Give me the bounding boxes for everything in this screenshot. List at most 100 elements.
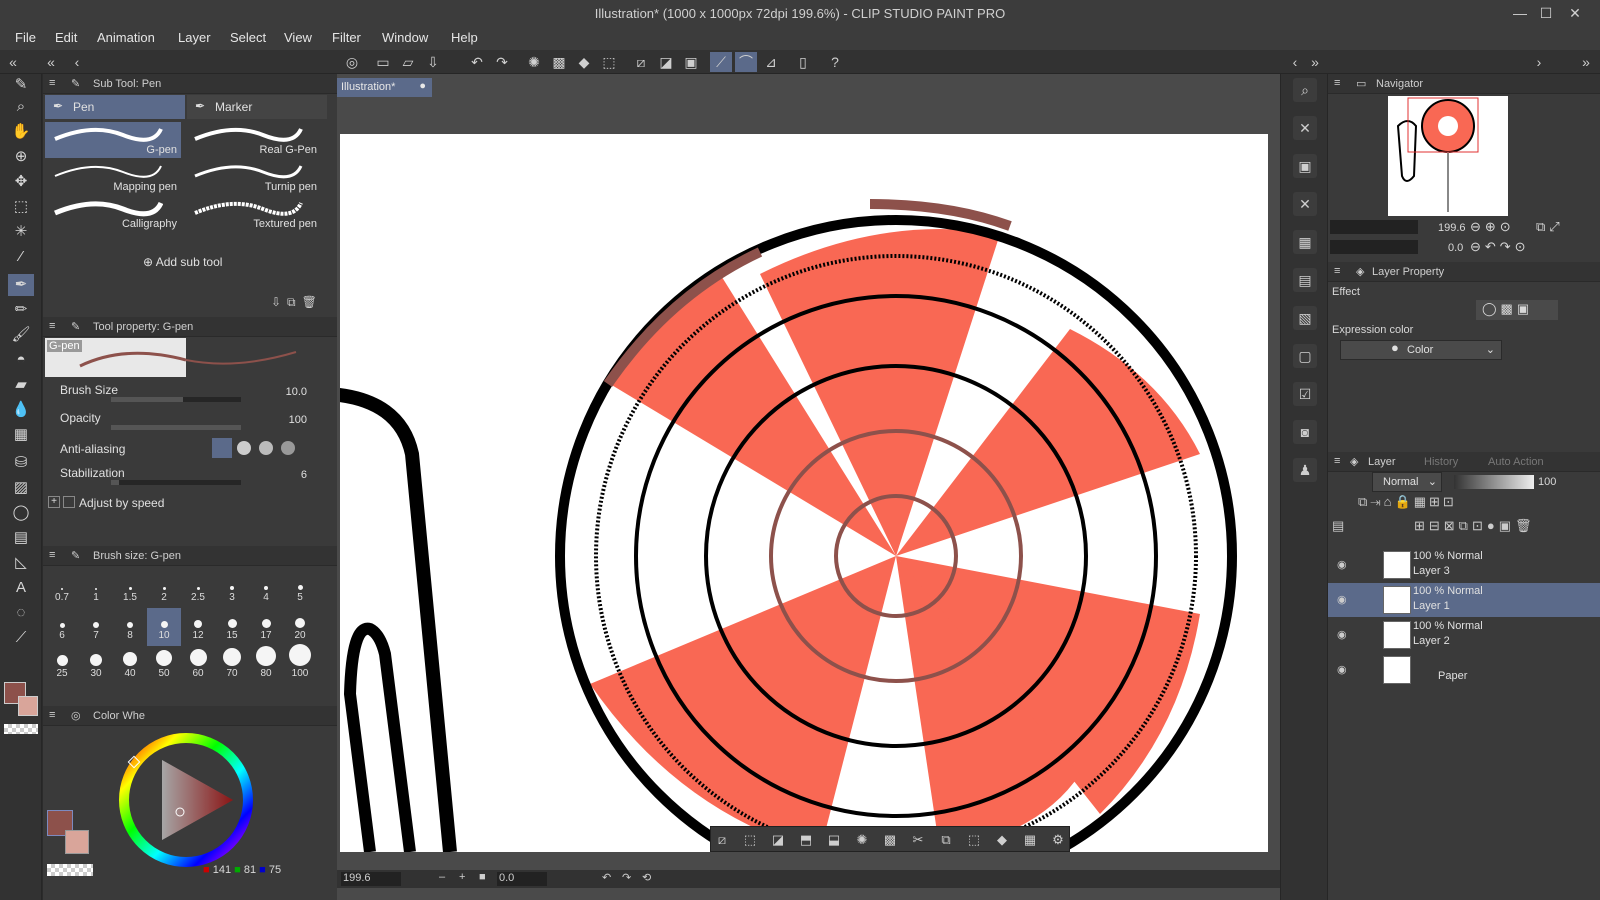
pen-tool-icon[interactable]: ✒ [8,274,34,296]
tab-pen[interactable]: ✒ Pen [45,95,185,119]
menu-animation[interactable]: Animation [97,30,155,45]
collapse-right-icon[interactable]: ‹ [1284,52,1306,72]
panel-sub-color[interactable] [65,830,89,854]
brush-size-preset[interactable]: 4 [249,570,283,608]
rotate-right-icon[interactable]: ↷ [622,871,631,884]
deselect-icon[interactable]: ⧄ [711,830,733,850]
effect-buttons[interactable]: ◯▩▣ [1476,300,1558,320]
zoom-tool-icon[interactable]: ⌕ [8,96,34,118]
layer-row[interactable]: ◉ 100 % Normal Layer 3 [1328,548,1600,582]
figure-tool-icon[interactable]: ▦ [8,424,34,446]
zoom-out-icon[interactable]: – [439,871,445,883]
fill-icon[interactable]: ◆ [991,830,1013,850]
menu-layer[interactable]: Layer [178,30,211,45]
opacity-row[interactable]: Opacity 100 [43,407,337,433]
brush-real-g-pen[interactable]: Real G-Pen [185,122,321,158]
copy-icon[interactable]: ⧉ [935,830,957,850]
transform-icon[interactable]: ⬚ [598,52,620,72]
brush-size-preset[interactable]: 25 [45,646,79,684]
stabilization-slider[interactable] [111,480,241,485]
menu-edit[interactable]: Edit [55,30,77,45]
tablet-icon[interactable]: ▯ [792,52,814,72]
eye-icon[interactable]: ◉ [1337,558,1347,571]
material-pattern-icon[interactable]: ▧ [1293,306,1317,330]
brush-size-preset[interactable]: 2 [147,570,181,608]
brush-size-preset[interactable]: 6 [45,608,79,646]
airbrush-icon[interactable]: ◓ [8,349,34,371]
navigator-rotation[interactable]: 0.0 [1448,242,1463,254]
panel-menu-icon[interactable]: ≡ [49,320,55,332]
correct-line-icon[interactable]: ⟋ [8,627,34,649]
brush-size-preset[interactable]: 20 [283,608,317,646]
expand-icon[interactable]: + [48,496,60,508]
save-icon[interactable]: ⇩ [422,52,444,72]
brush-size-preset[interactable]: 3 [215,570,249,608]
brush-size-preset[interactable]: 15 [215,608,249,646]
material-image-icon[interactable]: ▣ [1293,154,1317,178]
antialias-strong-button[interactable] [281,441,295,455]
brush-size-preset[interactable]: 0.7 [45,570,79,608]
menu-help[interactable]: Help [451,30,478,45]
screentone-icon[interactable]: ▦ [1019,830,1041,850]
auto-select-icon[interactable]: ✳ [8,221,34,243]
panel-menu-icon[interactable]: ≡ [49,77,55,89]
brush-turnip-pen[interactable]: Turnip pen [185,159,321,195]
panel-transparent-color[interactable] [47,864,93,876]
brush-size-slider[interactable] [111,397,241,402]
shrink-selection-icon[interactable]: ⬓ [823,830,845,850]
settings-icon[interactable]: ⚙ [1047,830,1069,850]
transparent-color-swatch[interactable] [4,724,38,734]
navigator-preview[interactable] [1388,96,1508,216]
text-tool-icon[interactable]: A [8,577,34,599]
collapse-left-icon[interactable]: « [2,52,24,72]
brush-size-preset[interactable]: 17 [249,608,283,646]
canvas-paper[interactable] [340,134,1268,852]
snap-ruler-icon[interactable]: ⟋ [710,52,732,72]
material-x-icon[interactable]: ✕ [1293,192,1317,216]
eye-icon[interactable]: ◉ [1337,593,1347,606]
close-button[interactable]: ✕ [1565,3,1585,23]
rotate-left-icon[interactable]: ↶ [602,871,611,884]
material-frame-icon[interactable]: ▢ [1293,344,1317,368]
opacity-slider[interactable] [111,425,241,430]
brush-size-preset[interactable]: 8 [113,608,147,646]
undo-icon[interactable]: ↶ [466,52,488,72]
eraser-icon[interactable]: ▰ [8,374,34,396]
antialias-none-button[interactable] [212,438,232,458]
material-check-icon[interactable]: ☑ [1293,382,1317,406]
brush-size-row[interactable]: Brush Size 10.0 [43,379,337,405]
antialias-weak-button[interactable] [237,441,251,455]
document-tab[interactable]: Illustration* ● [337,78,432,97]
clear-outside-icon[interactable]: ▩ [548,52,570,72]
material-folder-icon[interactable]: ▤ [1293,268,1317,292]
clear-outside-icon[interactable]: ▩ [879,830,901,850]
expand-right-icon[interactable]: » [1304,52,1326,72]
clip-studio-icon[interactable]: ◎ [341,52,363,72]
zoom-in-icon[interactable]: + [459,871,465,883]
fill-tool-icon[interactable]: ⛁ [8,452,34,474]
rotation-field[interactable]: 0.0 [497,872,547,886]
clear-selection-icon[interactable]: ⬚ [739,830,761,850]
sub-color-swatch[interactable] [18,696,38,716]
menu-select[interactable]: Select [230,30,266,45]
brush-size-preset[interactable]: 80 [249,646,283,684]
layer-lock-toolbar[interactable]: ⧉⇥⌂🔒▦⊞⊡ [1358,494,1457,510]
expand-selection-icon[interactable]: ⬒ [795,830,817,850]
material-tone-icon[interactable]: ▦ [1293,230,1317,254]
eyedropper-icon[interactable]: ⁄ [8,246,34,268]
layer-row[interactable]: ◉ Paper [1328,653,1600,687]
selection-tool-icon[interactable]: ⬚ [8,196,34,218]
brush-size-preset[interactable]: 1.5 [113,570,147,608]
minimize-button[interactable]: — [1510,3,1530,23]
shape-tool-icon[interactable]: ◯ [8,502,34,524]
menu-filter[interactable]: Filter [332,30,361,45]
brush-size-preset[interactable]: 100 [283,644,317,684]
panel-menu-icon[interactable]: ≡ [1334,77,1340,89]
brush-textured-pen[interactable]: Textured pen [185,196,321,232]
invert-selection-icon[interactable]: ◪ [655,52,677,72]
brush-size-preset[interactable]: 5 [283,570,317,608]
brush-tool-icon[interactable]: 🖌 [8,324,34,346]
brush-size-preset[interactable]: 12 [181,608,215,646]
brush-size-preset[interactable]: 70 [215,646,249,684]
antialias-medium-button[interactable] [259,441,273,455]
